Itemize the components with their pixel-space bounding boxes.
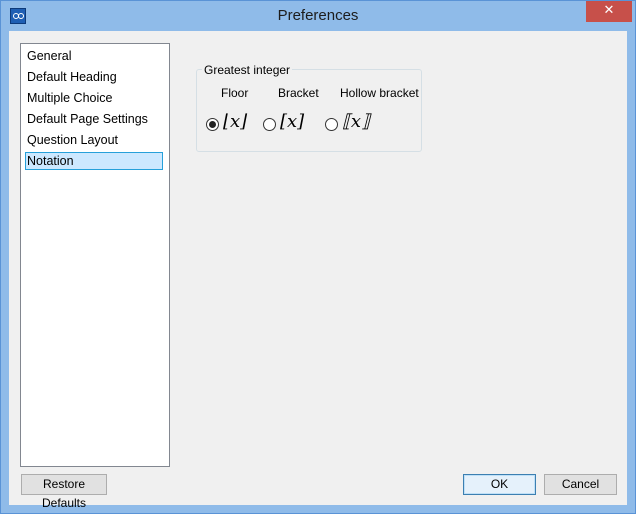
ok-button[interactable]: OK xyxy=(463,474,536,495)
sidebar-item-general[interactable]: General xyxy=(25,47,163,65)
close-icon: ✕ xyxy=(603,3,615,18)
preferences-window: Preferences ✕ General Default Heading Mu… xyxy=(0,0,636,514)
window-title: Preferences xyxy=(277,7,359,24)
sidebar-item-default-page-settings[interactable]: Default Page Settings xyxy=(25,110,163,128)
hollow-bracket-radio[interactable] xyxy=(325,118,338,131)
bracket-label: Bracket xyxy=(278,86,319,100)
floor-notation-glyph: ⌊x⌋ xyxy=(223,111,248,132)
sidebar-item-default-heading[interactable]: Default Heading xyxy=(25,68,163,86)
title-bar[interactable]: Preferences ✕ xyxy=(1,1,635,31)
sidebar-item-notation[interactable]: Notation xyxy=(25,152,163,170)
sidebar-item-multiple-choice[interactable]: Multiple Choice xyxy=(25,89,163,107)
cancel-button[interactable]: Cancel xyxy=(544,474,617,495)
preferences-category-list[interactable]: General Default Heading Multiple Choice … xyxy=(20,43,170,467)
radio-checked-dot xyxy=(209,121,216,128)
hollow-bracket-notation-glyph: ⟦x⟧ xyxy=(342,111,370,132)
group-label: Greatest integer xyxy=(202,63,293,77)
sidebar-item-question-layout[interactable]: Question Layout xyxy=(25,131,163,149)
hollow-bracket-label: Hollow bracket xyxy=(340,86,419,100)
bracket-radio[interactable] xyxy=(263,118,276,131)
floor-radio[interactable] xyxy=(206,118,219,131)
restore-defaults-button[interactable]: Restore Defaults xyxy=(21,474,107,510)
close-button[interactable]: ✕ xyxy=(586,1,632,22)
bracket-notation-glyph: [x] xyxy=(280,111,305,132)
floor-label: Floor xyxy=(221,86,249,100)
dialog-body: General Default Heading Multiple Choice … xyxy=(9,31,627,510)
